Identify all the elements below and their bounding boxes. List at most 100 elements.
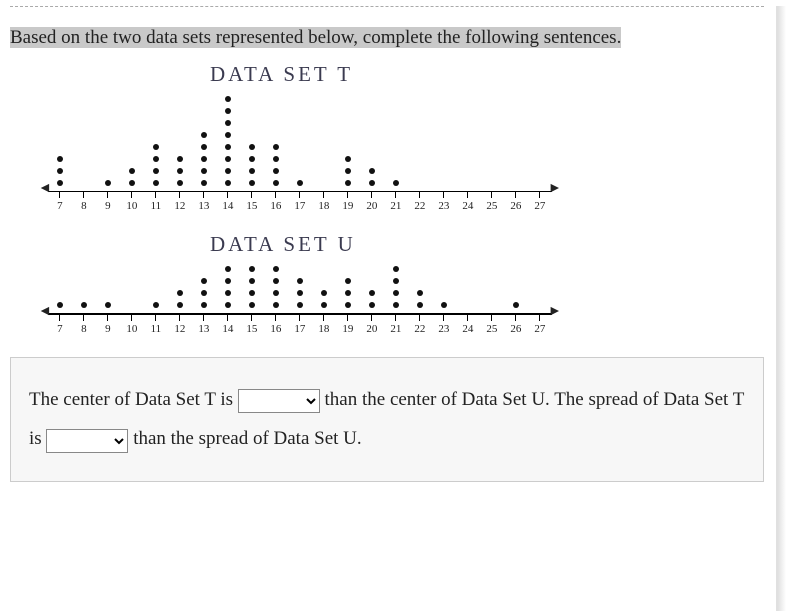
tick-mark xyxy=(515,192,516,198)
prompt-text: Based on the two data sets represented b… xyxy=(10,27,621,48)
tick-mark xyxy=(59,192,60,198)
data-dot xyxy=(249,290,255,296)
dot-stack xyxy=(345,275,351,311)
data-dot xyxy=(417,290,423,296)
tick-label: 18 xyxy=(318,200,329,212)
tick-mark xyxy=(203,192,204,198)
data-dot xyxy=(201,278,207,284)
data-dot xyxy=(345,302,351,308)
data-dot xyxy=(345,168,351,174)
dot-stack xyxy=(441,299,447,311)
tick-mark xyxy=(227,192,228,198)
dot-stack xyxy=(225,263,231,311)
dot-stack xyxy=(177,287,183,311)
data-dot xyxy=(393,290,399,296)
tick-label: 14 xyxy=(222,323,233,335)
data-dot xyxy=(297,302,303,308)
tick-mark xyxy=(491,315,492,321)
dot-stack xyxy=(81,299,87,311)
dot-plot-column: 23 xyxy=(432,299,456,335)
tick-label: 15 xyxy=(246,200,257,212)
dot-plot: DATA SET U◄78910111213141516171819202122… xyxy=(10,232,764,335)
data-dot xyxy=(297,180,303,186)
data-dot xyxy=(321,302,327,308)
dot-stack xyxy=(393,263,399,311)
answer-seg3: than the spread of Data Set U. xyxy=(133,428,361,449)
tick-label: 21 xyxy=(390,200,401,212)
tick-mark xyxy=(179,315,180,321)
dot-plots-container: DATA SET T◄78910111213141516171819202122… xyxy=(10,62,764,335)
data-dot xyxy=(321,290,327,296)
tick-label: 21 xyxy=(390,323,401,335)
data-dot xyxy=(201,144,207,150)
data-dot xyxy=(273,180,279,186)
center-compare-select[interactable]: lessgreater xyxy=(238,389,320,413)
dot-plot-column: 20 xyxy=(360,287,384,335)
axis-arrow-left-icon: ◄ xyxy=(38,305,52,319)
dot-plot-column: 25 xyxy=(480,185,504,213)
data-dot xyxy=(201,180,207,186)
data-dot xyxy=(393,278,399,284)
tick-label: 7 xyxy=(57,200,63,212)
tick-label: 23 xyxy=(438,200,449,212)
data-dot xyxy=(345,180,351,186)
tick-mark xyxy=(515,315,516,321)
tick-mark xyxy=(539,315,540,321)
data-dot xyxy=(57,156,63,162)
tick-mark xyxy=(371,315,372,321)
tick-mark xyxy=(83,315,84,321)
dot-plot-column: 14 xyxy=(216,93,240,213)
tick-mark xyxy=(275,192,276,198)
dot-stack xyxy=(321,287,327,311)
data-dot xyxy=(249,266,255,272)
data-dot xyxy=(57,302,63,308)
dot-plot-column: 15 xyxy=(240,263,264,335)
data-dot xyxy=(441,302,447,308)
tick-label: 22 xyxy=(414,200,425,212)
tick-label: 20 xyxy=(366,200,377,212)
tick-mark xyxy=(131,315,132,321)
tick-mark xyxy=(251,315,252,321)
tick-label: 8 xyxy=(81,323,87,335)
data-dot xyxy=(249,144,255,150)
tick-label: 25 xyxy=(486,200,497,212)
dot-plot-column: 16 xyxy=(264,263,288,335)
data-dot xyxy=(105,302,111,308)
data-dot xyxy=(57,180,63,186)
tick-label: 25 xyxy=(486,323,497,335)
data-dot xyxy=(153,302,159,308)
tick-label: 24 xyxy=(462,323,473,335)
spread-compare-select[interactable]: lessgreater xyxy=(46,429,128,453)
tick-label: 7 xyxy=(57,323,63,335)
data-dot xyxy=(153,144,159,150)
dot-plot-column: 22 xyxy=(408,287,432,335)
tick-mark xyxy=(203,315,204,321)
data-dot xyxy=(273,168,279,174)
dot-stack xyxy=(345,153,351,189)
data-dot xyxy=(273,278,279,284)
tick-label: 12 xyxy=(174,200,185,212)
data-dot xyxy=(201,302,207,308)
tick-label: 24 xyxy=(462,200,473,212)
tick-mark xyxy=(323,315,324,321)
dot-stack xyxy=(105,299,111,311)
data-dot xyxy=(225,278,231,284)
data-dot xyxy=(225,156,231,162)
dot-plot: DATA SET T◄78910111213141516171819202122… xyxy=(10,62,764,213)
tick-label: 16 xyxy=(270,200,281,212)
data-dot xyxy=(201,290,207,296)
axis-arrow-left-icon: ◄ xyxy=(38,182,52,196)
data-dot xyxy=(225,132,231,138)
dot-plot-column: 21 xyxy=(384,177,408,213)
data-dot xyxy=(297,290,303,296)
data-dot xyxy=(177,156,183,162)
data-dot xyxy=(201,168,207,174)
tick-label: 10 xyxy=(126,200,137,212)
dot-stack xyxy=(177,153,183,189)
tick-label: 18 xyxy=(318,323,329,335)
tick-mark xyxy=(131,192,132,198)
data-dot xyxy=(129,168,135,174)
tick-mark xyxy=(419,315,420,321)
data-dot xyxy=(177,302,183,308)
tick-label: 14 xyxy=(222,200,233,212)
